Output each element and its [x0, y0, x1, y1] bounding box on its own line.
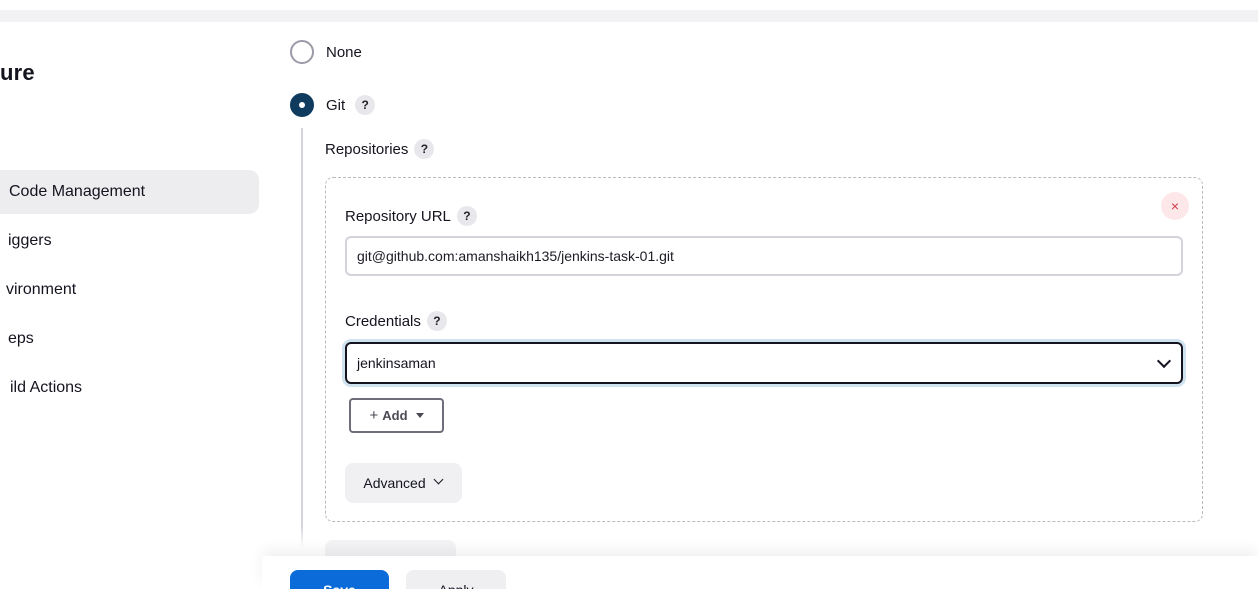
sidebar-item-label: vironment — [6, 281, 77, 298]
radio-none-label: None — [326, 43, 362, 61]
radio-none[interactable] — [290, 40, 314, 64]
scm-option-none[interactable]: None — [290, 40, 362, 64]
chevron-down-icon — [434, 476, 444, 486]
sidebar-item-label: ild Actions — [10, 379, 83, 396]
top-bar — [0, 0, 1258, 10]
help-circle-icon[interactable]: ? — [355, 95, 376, 115]
git-section-indent-line — [301, 128, 303, 554]
add-credentials-button[interactable]: + Add — [349, 398, 444, 433]
advanced-button[interactable]: Advanced — [345, 463, 462, 503]
top-divider — [0, 10, 1258, 22]
sidebar-item-build-steps[interactable]: eps — [0, 317, 259, 361]
credentials-selected-value: jenkinsaman — [357, 355, 436, 371]
sidebar-item-build-triggers[interactable]: iggers — [0, 219, 259, 263]
radio-git[interactable] — [290, 93, 314, 117]
credentials-heading: Credentials ? — [345, 311, 447, 331]
sidebar: Code Management iggers vironment eps ild… — [0, 170, 259, 415]
sidebar-item-post-build-actions[interactable]: ild Actions — [0, 366, 259, 410]
help-circle-icon[interactable]: ? — [414, 139, 435, 159]
scm-option-git[interactable]: Git ? — [290, 93, 376, 117]
credentials-label: Credentials — [345, 312, 421, 330]
close-icon[interactable]: × — [1161, 192, 1189, 220]
repositories-heading: Repositories ? — [325, 139, 435, 159]
caret-down-icon — [415, 413, 424, 418]
advanced-button-label: Advanced — [363, 475, 426, 491]
credentials-select[interactable]: jenkinsaman — [345, 342, 1183, 384]
help-circle-icon[interactable]: ? — [456, 206, 477, 226]
repositories-label: Repositories — [325, 140, 409, 158]
sidebar-item-label: Code Management — [9, 183, 146, 200]
sidebar-item-label: eps — [8, 330, 34, 347]
repository-url-label: Repository URL — [345, 207, 451, 225]
add-button-label: Add — [382, 408, 408, 423]
page-title: ure — [0, 60, 35, 85]
plus-icon: + — [369, 407, 379, 424]
sidebar-item-build-environment[interactable]: vironment — [0, 268, 259, 312]
repository-url-value: git@github.com:amanshaikh135/jenkins-tas… — [357, 248, 674, 264]
sidebar-item-label: iggers — [8, 232, 52, 249]
repository-url-input[interactable]: git@github.com:amanshaikh135/jenkins-tas… — [345, 236, 1183, 276]
radio-git-label: Git — [326, 96, 346, 114]
repository-url-heading: Repository URL ? — [345, 206, 477, 226]
sidebar-item-source-code-management[interactable]: Code Management — [0, 170, 259, 214]
apply-button[interactable]: Apply — [406, 570, 506, 589]
help-circle-icon[interactable]: ? — [426, 311, 447, 331]
save-button[interactable]: Save — [290, 570, 389, 589]
chevron-down-icon — [1157, 356, 1171, 370]
